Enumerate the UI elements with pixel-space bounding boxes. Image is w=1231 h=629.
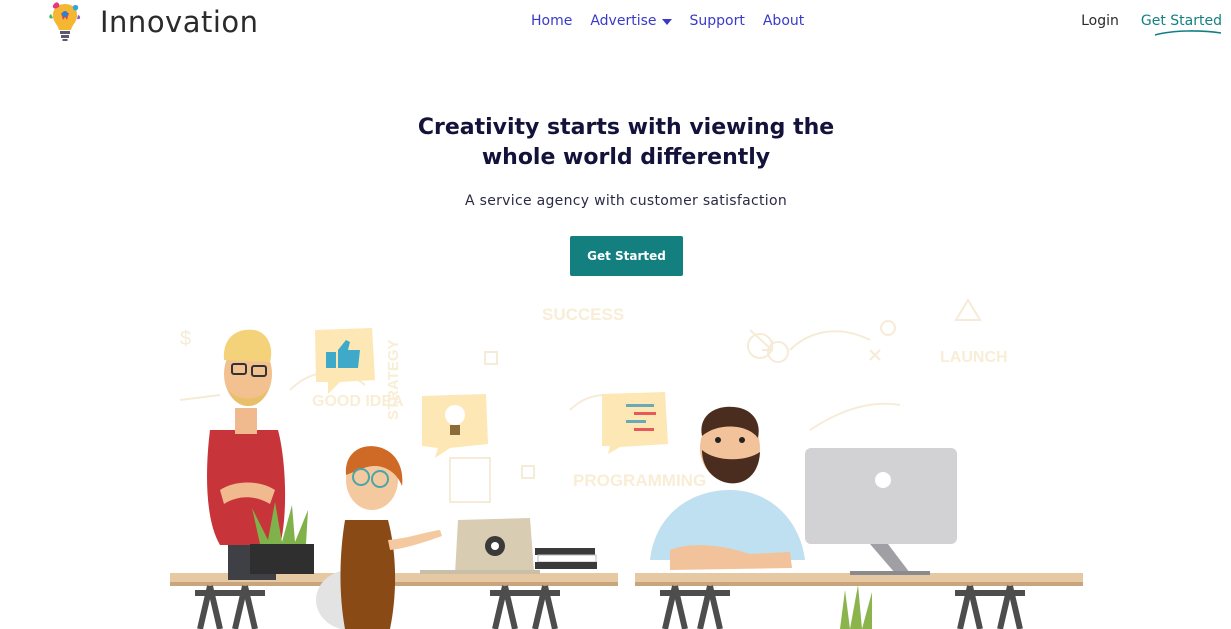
doodle-programming: PROGRAMMING bbox=[573, 471, 706, 490]
get-started-link[interactable]: Get Started bbox=[1140, 13, 1222, 36]
nav-about[interactable]: About bbox=[763, 13, 804, 29]
code-bubble bbox=[602, 392, 668, 454]
like-bubble bbox=[315, 328, 375, 394]
hero-title-line-1: Creativity starts with viewing the bbox=[417, 115, 835, 140]
hero-subtitle: A service agency with customer satisfact… bbox=[464, 193, 787, 209]
seated-woman bbox=[316, 446, 442, 629]
book-stack bbox=[535, 548, 597, 569]
hero-title-line-2: whole world differently bbox=[481, 145, 771, 170]
main-nav: Home Advertise Support About bbox=[531, 13, 822, 29]
top-navbar: Innovation Home Advertise Support About … bbox=[0, 0, 1231, 44]
nav-advertise-dropdown[interactable]: Advertise bbox=[590, 13, 672, 29]
lightbulb-logo-icon bbox=[49, 2, 81, 41]
brand-name: Innovation bbox=[100, 5, 259, 39]
lightbulb-bubble bbox=[422, 394, 488, 458]
doodle-success: SUCCESS bbox=[542, 305, 624, 324]
nav-home[interactable]: Home bbox=[531, 13, 572, 29]
doodle-strategy: STRATEGY bbox=[385, 339, 402, 420]
grass bbox=[840, 585, 872, 629]
brand[interactable]: Innovation bbox=[47, 0, 259, 44]
get-started-link-label: Get Started bbox=[1140, 13, 1222, 29]
hero-title: Creativity starts with viewing the whole… bbox=[0, 113, 1231, 173]
svg-text:$: $ bbox=[180, 328, 191, 350]
caret-down-icon bbox=[661, 19, 672, 25]
laptop bbox=[420, 518, 540, 574]
doodle-launch: LAUNCH bbox=[940, 349, 1008, 366]
get-started-button[interactable]: Get Started bbox=[570, 236, 683, 276]
desktop-monitor bbox=[805, 448, 957, 575]
nav-advertise-label: Advertise bbox=[590, 13, 657, 29]
underline-swoosh-icon bbox=[1154, 30, 1222, 36]
office-team-illustration: SUCCESS GOOD IDEA STRATEGY PROGRAMMING L… bbox=[170, 298, 1083, 629]
nav-support[interactable]: Support bbox=[690, 13, 745, 29]
nav-actions: Login Get Started bbox=[1081, 13, 1222, 36]
login-link[interactable]: Login bbox=[1081, 13, 1119, 29]
